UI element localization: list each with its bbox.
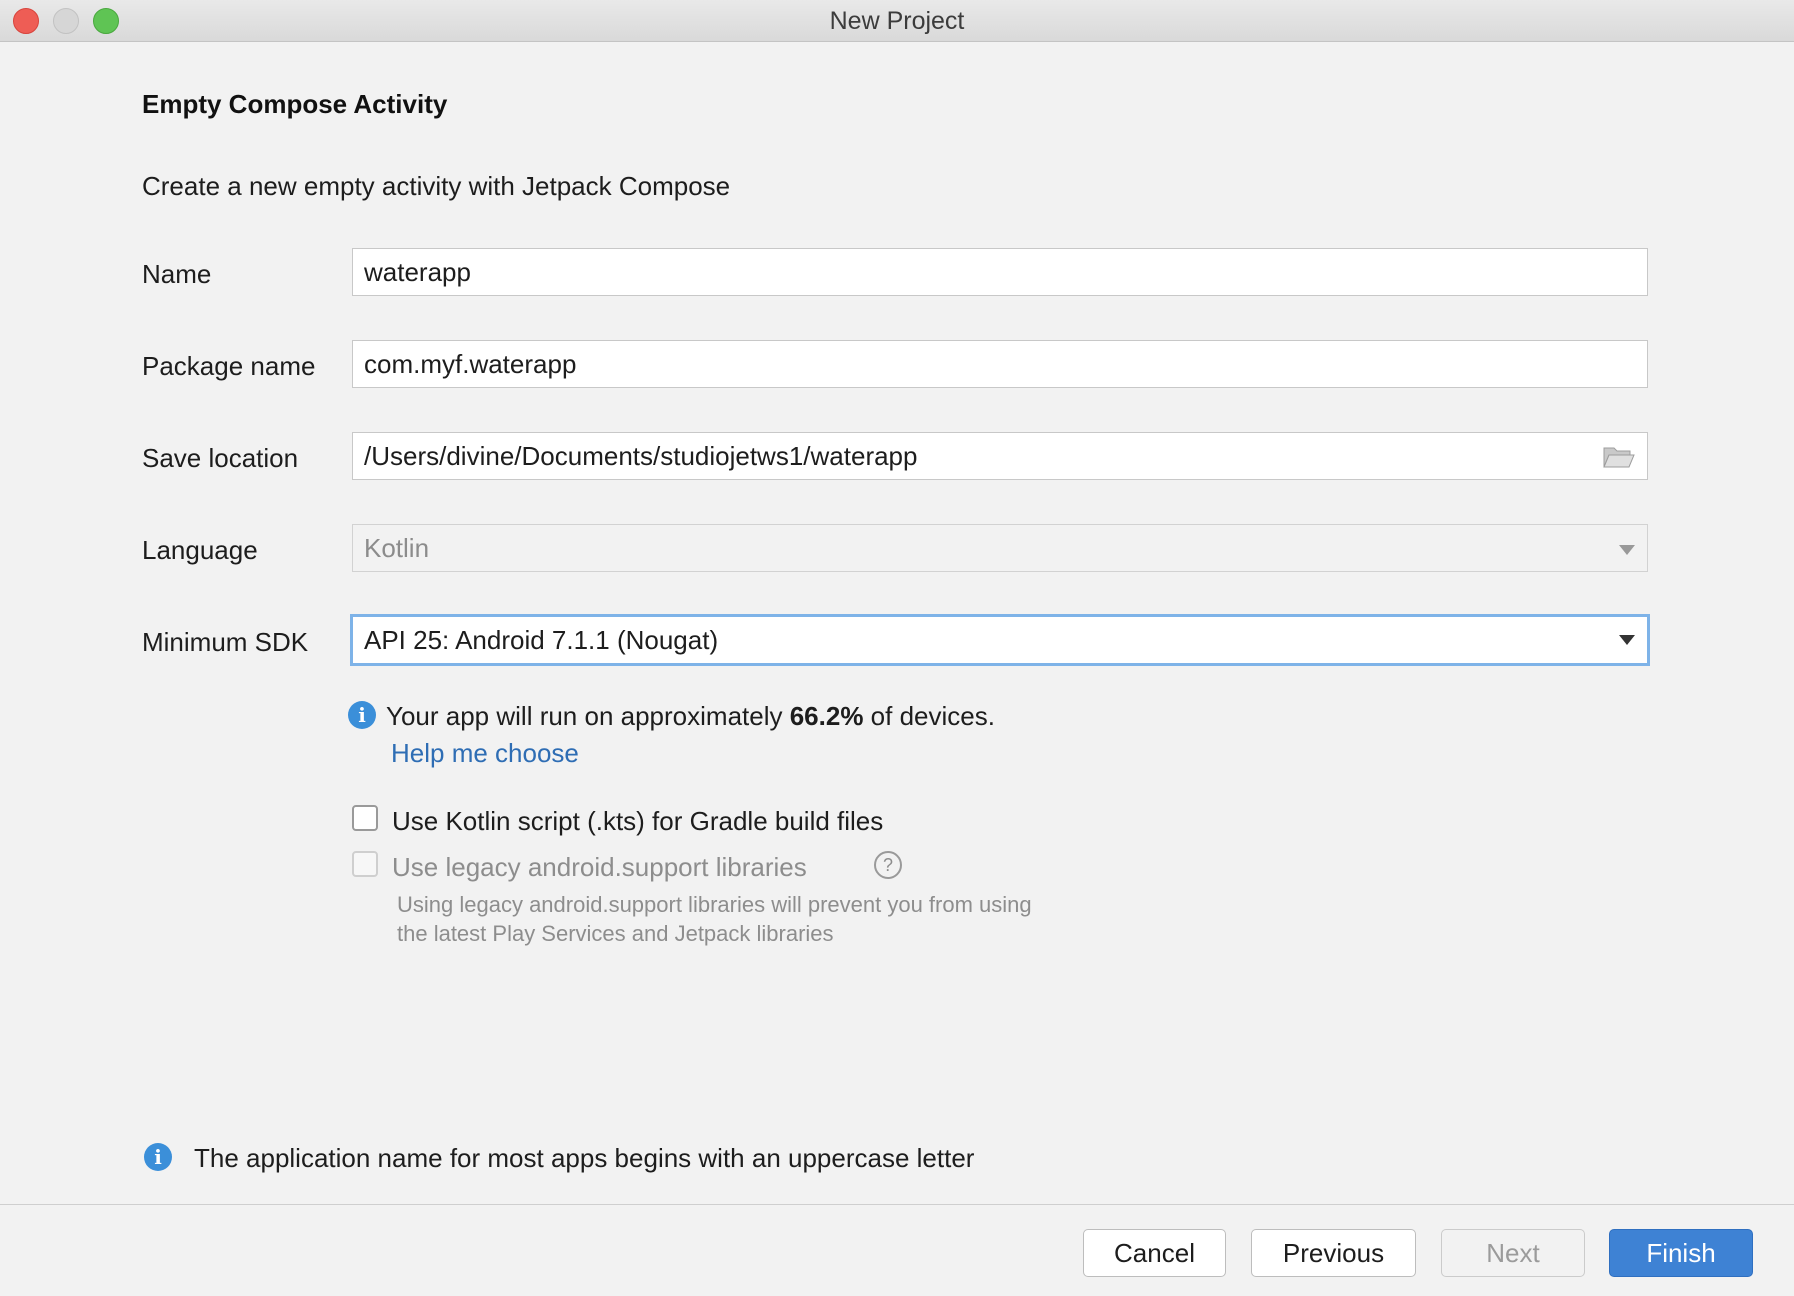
page-heading: Empty Compose Activity [142,89,448,119]
info-icon: i [348,701,376,729]
validation-message: The application name for most apps begin… [194,1143,975,1173]
sdk-coverage-percent: 66.2% [789,701,864,731]
minimum-sdk-label: Minimum SDK [142,627,309,657]
new-project-dialog: New Project Empty Compose Activity Creat… [0,0,1794,1296]
sdk-coverage-suffix: of devices. [863,701,995,731]
page-subtitle: Create a new empty activity with Jetpack… [142,171,731,201]
minimum-sdk-value: API 25: Android 7.1.1 (Nougat) [364,625,719,655]
package-name-input[interactable]: com.myf.waterapp [352,340,1648,388]
help-icon[interactable]: ? [874,851,902,879]
cancel-button[interactable]: Cancel [1083,1229,1226,1277]
chevron-down-icon [1619,545,1635,555]
save-location-label: Save location [142,443,299,473]
info-icon: i [144,1143,172,1171]
legacy-support-hint-line-2: the latest Play Services and Jetpack lib… [397,921,834,946]
legacy-support-hint-line-1: Using legacy android.support libraries w… [397,892,1032,917]
window-title: New Project [829,7,965,35]
name-label: Name [142,259,212,289]
save-location-value: /Users/divine/Documents/studiojetws1/wat… [364,441,918,471]
name-value: waterapp [364,257,471,287]
package-name-value: com.myf.waterapp [364,349,577,379]
legacy-support-hint: Using legacy android.support libraries w… [397,890,1032,948]
name-input[interactable]: waterapp [352,248,1648,296]
language-value: Kotlin [364,533,430,563]
save-location-input[interactable]: /Users/divine/Documents/studiojetws1/wat… [352,432,1648,480]
chevron-down-icon[interactable] [1619,635,1635,645]
minimum-sdk-select[interactable]: API 25: Android 7.1.1 (Nougat) [350,614,1650,666]
next-button: Next [1441,1229,1585,1277]
previous-button[interactable]: Previous [1251,1229,1416,1277]
sdk-coverage-prefix: Your app will run on approximately [386,701,790,731]
package-name-label: Package name [142,351,316,381]
legacy-support-checkbox [352,851,378,877]
folder-icon[interactable] [1603,445,1635,469]
finish-button[interactable]: Finish [1609,1229,1753,1277]
kts-checkbox-label[interactable]: Use Kotlin script (.kts) for Gradle buil… [392,806,883,837]
language-label: Language [142,535,258,565]
legacy-support-checkbox-label: Use legacy android.support libraries [392,852,807,882]
language-select: Kotlin [352,524,1648,572]
footer-divider [0,1204,1794,1205]
help-me-choose-link[interactable]: Help me choose [391,738,579,769]
title-bar[interactable]: New Project [0,0,1794,42]
sdk-coverage-text: Your app will run on approximately 66.2%… [386,701,995,732]
kts-checkbox[interactable] [352,805,378,831]
